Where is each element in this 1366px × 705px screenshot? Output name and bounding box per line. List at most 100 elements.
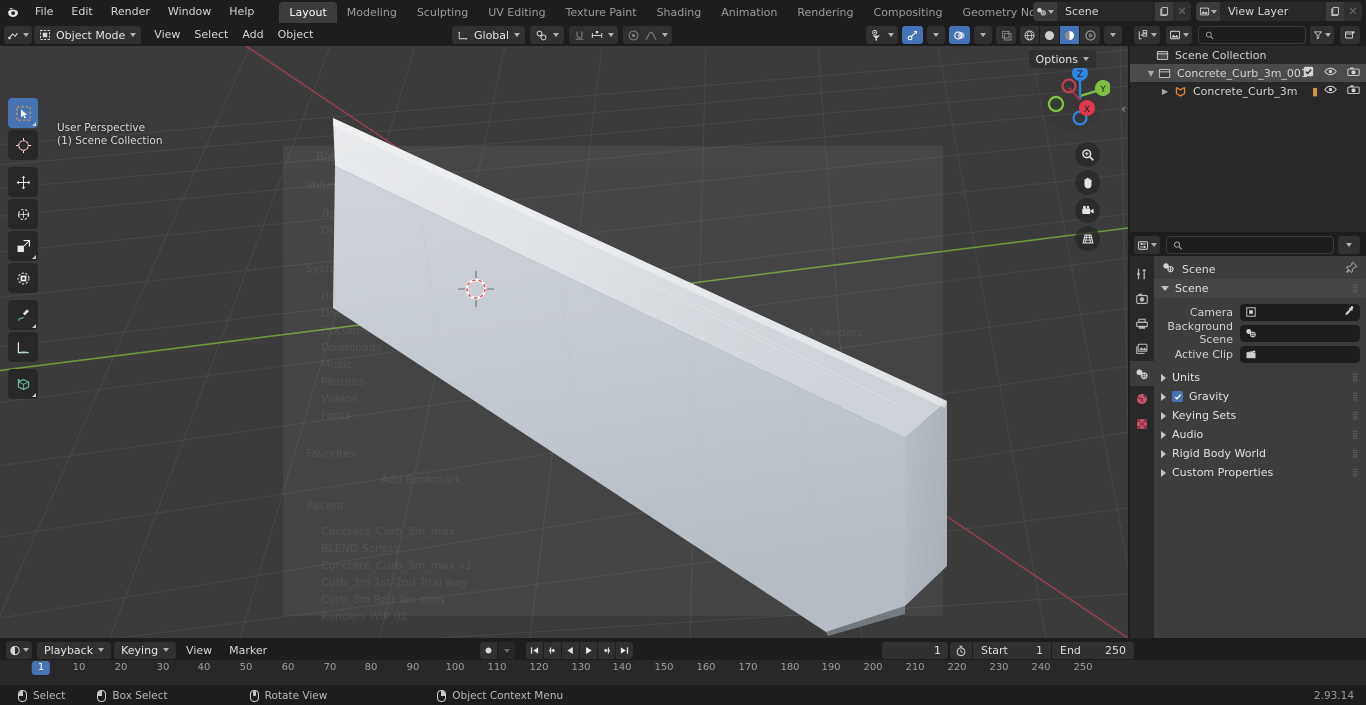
panel-keying-sets[interactable]: Keying Sets ⣿	[1154, 406, 1366, 425]
remove-view-layer-button[interactable]: ✕	[1344, 2, 1362, 21]
pivot-point-selector[interactable]	[530, 26, 565, 44]
interaction-mode-selector[interactable]: Object Mode	[34, 26, 142, 44]
panel-units[interactable]: Units ⣿	[1154, 368, 1366, 387]
outliner-new-collection-icon[interactable]	[1340, 26, 1360, 44]
tweak-select-tool[interactable]	[8, 98, 38, 128]
eye-visibility-icon[interactable]	[1324, 84, 1337, 98]
next-keyframe-button[interactable]	[598, 642, 615, 659]
outliner-disclosure-open-icon[interactable]: ▼	[1146, 69, 1156, 78]
zoom-icon[interactable]	[1075, 142, 1100, 167]
viewport-canvas[interactable]: Blender File View Volumes Локальный диск…	[0, 46, 1128, 638]
input-active-clip[interactable]	[1240, 345, 1360, 363]
outliner-row-concrete-curb-3m[interactable]: ▶ Concrete_Curb_3m ▮	[1130, 82, 1366, 100]
tab-texture-paint[interactable]: Texture Paint	[556, 2, 647, 23]
outliner-editor-type-icon[interactable]	[1134, 26, 1160, 44]
menu-edit[interactable]: Edit	[62, 2, 101, 22]
material-preview-shading-button[interactable]	[1060, 26, 1080, 44]
timeline-editor[interactable]: Playback Keying View Marker 1 Start 1 En…	[0, 640, 1366, 685]
tab-layout[interactable]: Layout	[279, 1, 337, 23]
outliner-display-mode-icon[interactable]	[1166, 26, 1192, 44]
tab-texture[interactable]	[1130, 411, 1154, 436]
outliner-search-field[interactable]	[1219, 29, 1299, 41]
proportional-editing-group[interactable]	[623, 26, 673, 44]
outliner-filter-icon[interactable]	[1310, 26, 1334, 44]
current-frame-input[interactable]: 1	[882, 642, 948, 659]
outliner-search-input[interactable]	[1198, 26, 1306, 44]
auto-keying-toggle[interactable]	[480, 642, 497, 659]
input-camera[interactable]	[1240, 303, 1360, 321]
measure-tool[interactable]	[8, 332, 38, 362]
properties-editor[interactable]: Scene Scene ⣿ Camera Background Scene Ac…	[1130, 234, 1366, 638]
viewport-menu-object[interactable]: Object	[271, 26, 321, 44]
view-layer-selector[interactable]: View Layer ✕	[1196, 2, 1362, 21]
visibility-selector[interactable]	[866, 26, 898, 44]
menu-file[interactable]: File	[26, 2, 62, 22]
camera-render-icon[interactable]	[1347, 84, 1360, 98]
camera-render-icon[interactable]	[1347, 66, 1360, 80]
overlay-options-dropdown[interactable]	[974, 26, 992, 44]
add-cube-tool[interactable]	[8, 369, 38, 399]
keying-dropdown[interactable]: Keying	[114, 641, 177, 659]
play-reverse-button[interactable]	[562, 642, 579, 659]
eye-visibility-icon[interactable]	[1324, 66, 1337, 80]
transform-tool[interactable]	[8, 263, 38, 293]
outliner-row-concrete-curb-3m-001[interactable]: ▼ Concrete_Curb_3m_001	[1130, 64, 1366, 82]
xray-toggle[interactable]	[996, 26, 1016, 44]
properties-search-input[interactable]	[1166, 236, 1334, 254]
move-tool[interactable]	[8, 167, 38, 197]
snapping-group[interactable]	[569, 26, 619, 44]
use-preview-range-icon[interactable]	[950, 642, 972, 659]
tab-compositing[interactable]: Compositing	[864, 2, 953, 23]
viewport-menu-add[interactable]: Add	[235, 26, 270, 44]
outliner-disclosure-icon[interactable]: ▶	[1160, 87, 1170, 96]
show-overlays-toggle[interactable]	[949, 26, 970, 44]
rendered-shading-button[interactable]	[1080, 26, 1100, 44]
gizmo-options-dropdown[interactable]	[927, 26, 945, 44]
previous-keyframe-button[interactable]	[544, 642, 561, 659]
tab-render[interactable]	[1130, 286, 1154, 311]
timeline-playhead[interactable]: 1	[31, 661, 51, 675]
tab-uv-editing[interactable]: UV Editing	[478, 2, 555, 23]
panel-gravity[interactable]: Gravity ⣿	[1154, 387, 1366, 406]
jump-to-start-button[interactable]	[526, 642, 543, 659]
viewport-menu-select[interactable]: Select	[187, 26, 235, 44]
scale-tool[interactable]	[8, 231, 38, 261]
panel-scene-header[interactable]: Scene ⣿	[1154, 279, 1366, 298]
tab-animation[interactable]: Animation	[711, 2, 787, 23]
new-view-layer-button[interactable]	[1326, 2, 1344, 21]
mesh-data-icon[interactable]: ▮	[1312, 85, 1318, 98]
jump-to-end-button[interactable]	[616, 642, 633, 659]
checkbox-exclude-icon[interactable]	[1303, 66, 1314, 80]
input-background-scene[interactable]	[1240, 324, 1360, 342]
rotate-tool[interactable]	[8, 199, 38, 229]
timeline-menu-marker[interactable]: Marker	[222, 642, 274, 659]
outliner-editor[interactable]: Scene Collection ▼ Concrete_Curb_3m_001	[1130, 24, 1366, 232]
menu-help[interactable]: Help	[220, 2, 263, 22]
tab-scene[interactable]	[1130, 361, 1154, 386]
options-dropdown[interactable]: Options	[1028, 50, 1096, 68]
solid-shading-button[interactable]	[1040, 26, 1060, 44]
annotate-tool[interactable]	[8, 300, 38, 330]
tab-modeling[interactable]: Modeling	[337, 2, 407, 23]
tab-world[interactable]	[1130, 386, 1154, 411]
show-gizmo-toggle[interactable]	[902, 26, 923, 44]
properties-options-dropdown[interactable]	[1338, 236, 1360, 254]
viewport-menu-view[interactable]: View	[147, 26, 187, 44]
tab-sculpting[interactable]: Sculpting	[407, 2, 478, 23]
menu-window[interactable]: Window	[159, 2, 220, 22]
timeline-editor-type-icon[interactable]	[6, 641, 32, 659]
menu-render[interactable]: Render	[102, 2, 159, 22]
tab-rendering[interactable]: Rendering	[787, 2, 863, 23]
transform-orientation-selector[interactable]: Global	[452, 26, 526, 44]
wireframe-shading-button[interactable]	[1020, 26, 1040, 44]
cursor-tool[interactable]	[8, 130, 38, 160]
view-layer-name[interactable]: View Layer	[1220, 2, 1326, 21]
3d-viewport[interactable]: Blender File View Volumes Локальный диск…	[0, 24, 1128, 638]
panel-rigid-body-world[interactable]: Rigid Body World ⣿	[1154, 444, 1366, 463]
pan-hand-icon[interactable]	[1075, 170, 1100, 195]
end-frame-input[interactable]: End 250	[1052, 642, 1134, 659]
tab-view-layer[interactable]	[1130, 336, 1154, 361]
editor-type-icon[interactable]	[4, 26, 32, 44]
tab-tool[interactable]	[1130, 261, 1154, 286]
new-scene-button[interactable]	[1155, 2, 1173, 21]
